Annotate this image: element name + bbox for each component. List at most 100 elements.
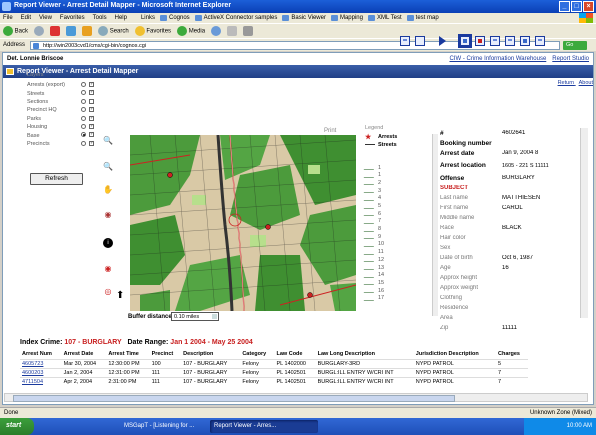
report-studio-link[interactable]: Report Studio [552,56,589,62]
column-header[interactable]: Jurisdiction Description [414,350,496,359]
table-icon[interactable] [490,36,500,46]
legend-item: 15 [363,279,431,287]
save-icon[interactable] [400,36,410,46]
mail-icon[interactable] [227,26,238,36]
close-button[interactable]: × [583,1,594,12]
arrest-number-link[interactable]: 4711504 [20,376,62,386]
favorites-button[interactable]: Favorites [134,26,171,36]
column-header[interactable]: Precinct [150,350,182,359]
link-xml-test[interactable]: XML Test [367,15,402,21]
legend-item: ★ Arrests [365,133,431,141]
layer-active-radio[interactable] [81,98,86,104]
search-button[interactable]: Search [98,26,129,36]
window-titlebar: Report Viewer - Arrest Detail Mapper - M… [0,0,596,13]
page-horizontal-scrollbar[interactable] [4,393,588,402]
task-msgapt[interactable]: MSGapT - [Listening for ... [120,420,208,433]
task-report-viewer[interactable]: Report Viewer - Arres... [210,420,318,433]
menu-view[interactable]: View [39,15,52,21]
media-button[interactable]: Media [177,26,205,36]
menu-file[interactable]: File [3,15,13,21]
table-cell: 12:31:00 PM [106,367,150,377]
layer-visible-checkbox[interactable] [89,98,94,104]
layer-visible-checkbox[interactable]: ✓ [89,107,94,113]
chart-icon[interactable] [475,36,485,46]
menu-edit[interactable]: Edit [21,15,31,21]
legend-label: 3 [378,187,382,194]
link-mapping[interactable]: Mapping [330,15,363,21]
minimize-button[interactable]: _ [559,1,570,12]
arrest-number-link[interactable]: 4605723 [20,358,62,368]
return-link[interactable]: Return [558,80,575,86]
table-row[interactable]: 4600203 Jan 2, 2004 12:31:00 PM 111 107 - BU… [20,367,528,377]
detail-key: Residence [440,305,469,311]
pan-hand-icon[interactable]: ✋ [103,185,113,195]
menu-tools[interactable]: Tools [93,15,107,21]
column-header[interactable]: Arrest Date [62,350,107,359]
layer-visible-checkbox[interactable]: ✓ [89,132,94,138]
zoom-out-icon[interactable]: 🔍 [103,162,113,172]
history-icon[interactable] [211,26,222,36]
table-cell: Felony [240,376,275,386]
table-row[interactable]: 4605723 Mar 30, 2004 12:30:00 PM 100 107 - B… [20,358,528,368]
table-cell: PL 1402501 [274,376,316,386]
column-header[interactable]: Category [240,350,274,359]
layer-active-radio[interactable] [81,82,86,87]
column-header[interactable]: Charges [496,350,528,359]
link-activex[interactable]: ActiveX Connector samples [194,15,277,21]
ciw-link[interactable]: CIW - Crime Information Warehouse [449,56,546,62]
layer-visible-checkbox[interactable]: ✓ [89,82,94,87]
go-button[interactable]: Go [563,41,587,50]
forward-arrow-icon[interactable] [34,26,45,36]
table-cell: 2:31:00 PM [106,376,150,386]
print-link[interactable]: Print [324,128,336,134]
buffer-distance-select[interactable]: 0.10 miles [171,312,219,321]
zoom-in-icon[interactable]: 🔍 [103,136,113,146]
arrest-number-link[interactable]: 4600203 [20,367,62,377]
menu-help[interactable]: Help [115,15,127,21]
layer-active-radio[interactable] [81,132,86,138]
list-icon[interactable] [505,36,515,46]
layer-visible-checkbox[interactable]: ✓ [89,115,94,121]
column-header[interactable]: Law Long Description [316,350,414,359]
legend-scrollbar[interactable] [432,134,438,316]
map-view-icon[interactable] [458,34,472,48]
home-icon[interactable] [82,26,93,36]
menu-favorites[interactable]: Favorites [60,15,85,21]
column-header[interactable]: Arrest Num [20,350,62,359]
report-icon[interactable] [520,36,530,46]
layer-active-radio[interactable] [81,107,86,113]
layer-active-radio[interactable] [81,115,86,121]
stop-icon[interactable] [50,26,61,36]
link-cognos[interactable]: Cognos [159,15,190,21]
table-row[interactable]: 4711504 Apr 2, 2004 2:31:00 PM 111 107 - BUR… [20,376,528,386]
layer-active-radio[interactable] [81,90,86,96]
maximize-button[interactable]: □ [571,1,582,12]
run-icon[interactable] [439,36,446,46]
details-scrollbar[interactable] [580,128,588,318]
about-link[interactable]: About [579,80,593,86]
link-basic-viewer[interactable]: Basic Viewer [282,15,326,21]
legend-label: 16 [378,287,385,294]
map-canvas[interactable] [130,135,356,311]
window-icon[interactable] [415,36,425,46]
layer-active-radio[interactable] [81,123,86,129]
column-header[interactable]: Law Code [275,350,316,359]
layer-active-radio[interactable] [81,140,86,146]
info-icon[interactable]: i [103,238,113,248]
refresh-icon[interactable] [66,26,77,36]
select-point-icon[interactable]: ◉ [103,264,113,274]
buffer-icon[interactable]: ◎ [103,287,113,297]
layer-visible-checkbox[interactable]: ✓ [89,90,94,96]
globe-icon[interactable]: ◉ [103,210,113,220]
legend-label: Arrests [378,133,398,140]
start-button[interactable]: start [0,418,34,435]
export-icon[interactable] [535,36,545,46]
column-header[interactable]: Description [181,350,240,359]
layer-visible-checkbox[interactable]: ✓ [89,123,94,129]
refresh-button[interactable]: Refresh [30,173,83,185]
back-button[interactable]: Back [3,26,28,36]
print-icon[interactable] [243,26,254,36]
column-header[interactable]: Arrest Time [106,350,149,359]
link-test-map[interactable]: test map [406,15,439,21]
layer-visible-checkbox[interactable]: ✓ [89,140,94,146]
